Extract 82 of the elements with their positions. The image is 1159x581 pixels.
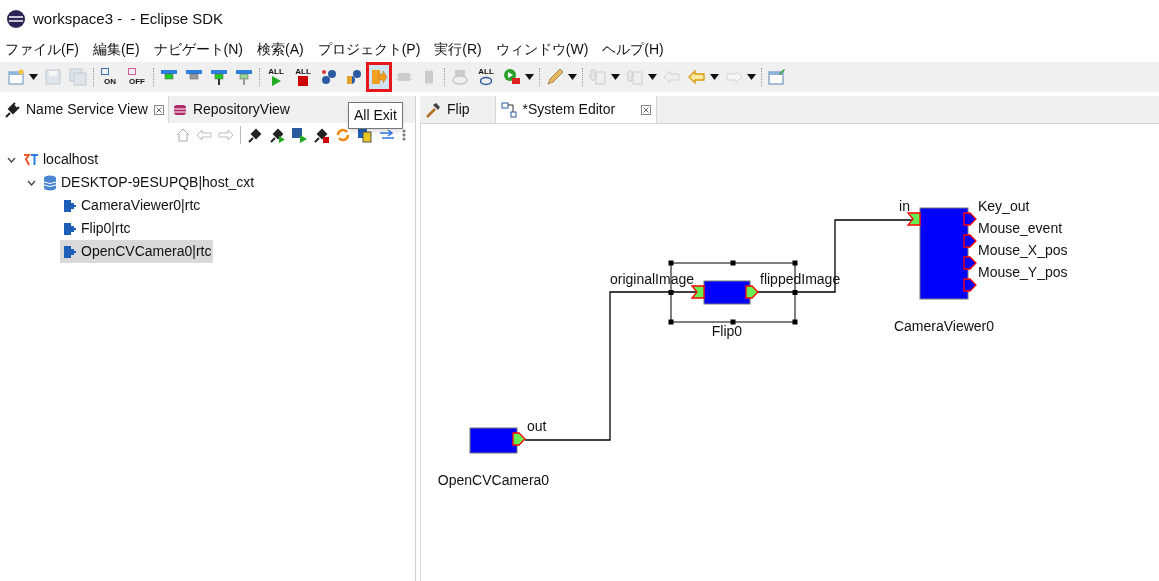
dropdown-caret-icon[interactable] bbox=[29, 74, 38, 80]
close-icon[interactable] bbox=[153, 104, 164, 115]
component-block[interactable] bbox=[469, 427, 518, 454]
plug-play-icon[interactable] bbox=[269, 127, 285, 143]
window-title: workspace3 - - Eclipse SDK bbox=[33, 8, 224, 29]
forward-arrow-icon bbox=[725, 68, 743, 86]
port-icon[interactable] bbox=[906, 212, 921, 226]
expand-chevron-icon[interactable] bbox=[26, 179, 36, 186]
up-arrow-document-icon bbox=[626, 68, 644, 86]
system-diagram-icon bbox=[500, 101, 517, 118]
component-name: Flip0 bbox=[711, 323, 743, 339]
database-icon bbox=[43, 174, 57, 191]
component-icon bbox=[63, 198, 77, 213]
menu-item[interactable]: 実行(R) bbox=[434, 38, 482, 60]
port-icon[interactable] bbox=[963, 278, 977, 292]
tree-item[interactable]: CameraViewer0|rtc bbox=[60, 194, 203, 217]
component-block[interactable] bbox=[919, 207, 969, 300]
save-all-icon bbox=[69, 68, 87, 86]
port-icon[interactable] bbox=[963, 212, 977, 226]
port-icon[interactable] bbox=[963, 234, 977, 248]
port-label: out bbox=[527, 418, 547, 434]
component-name: OpenCVCamera0 bbox=[437, 472, 550, 488]
port-label: Mouse_event bbox=[978, 220, 1063, 236]
port-icon[interactable] bbox=[690, 285, 705, 299]
connection-line[interactable] bbox=[757, 219, 914, 293]
close-icon[interactable] bbox=[641, 104, 652, 115]
component-icon bbox=[63, 221, 77, 236]
component-name: CameraViewer0 bbox=[893, 318, 995, 334]
menu-item[interactable]: ナビゲート(N) bbox=[153, 38, 243, 60]
port-label: in bbox=[899, 198, 910, 214]
menu-item[interactable]: プロジェクト(P) bbox=[317, 38, 421, 60]
plug-icon[interactable] bbox=[247, 127, 263, 143]
pen-icon bbox=[546, 68, 564, 86]
tree-item[interactable]: OpenCVCamera0|rtc bbox=[60, 240, 214, 263]
tree-item[interactable]: DESKTOP-9ESUPQB|host_cxt bbox=[40, 171, 257, 194]
connection-line[interactable] bbox=[524, 291, 697, 441]
rt-logo-icon bbox=[23, 153, 39, 166]
component-bar-icon bbox=[235, 68, 253, 86]
port-icon[interactable] bbox=[512, 432, 526, 446]
gears-icon bbox=[345, 68, 363, 86]
dropdown-caret-icon[interactable] bbox=[525, 74, 534, 80]
dropdown-caret-icon[interactable] bbox=[568, 74, 577, 80]
plug-stop-icon[interactable] bbox=[313, 127, 329, 143]
view-tab[interactable]: Name Service View bbox=[0, 96, 168, 123]
port-label: Key_out bbox=[978, 198, 1030, 214]
back-arrow-icon bbox=[663, 68, 681, 86]
plug-icon bbox=[4, 101, 20, 118]
menu-item[interactable]: ファイル(F) bbox=[5, 38, 79, 60]
exit-door-icon bbox=[370, 68, 388, 86]
menu-item[interactable]: ウィンドウ(W) bbox=[495, 38, 589, 60]
port-label: Mouse_X_pos bbox=[978, 242, 1068, 258]
manager-play-icon[interactable] bbox=[291, 127, 307, 143]
component-bar-icon bbox=[210, 68, 228, 86]
port-icon[interactable] bbox=[963, 256, 977, 270]
expand-chevron-icon[interactable] bbox=[6, 156, 16, 163]
menu-item[interactable]: 編集(E) bbox=[92, 38, 140, 60]
app-logo-icon bbox=[6, 9, 26, 29]
back-arrow-icon bbox=[688, 68, 706, 86]
run-config-icon bbox=[503, 68, 521, 86]
hammer-icon bbox=[425, 101, 441, 118]
tooltip: All Exit bbox=[348, 102, 403, 129]
new-window-icon bbox=[7, 68, 25, 86]
down-arrow-document-icon bbox=[589, 68, 607, 86]
refresh-icon[interactable] bbox=[335, 127, 351, 143]
gears-icon bbox=[320, 68, 338, 86]
tree-item[interactable]: Flip0|rtc bbox=[60, 217, 133, 240]
delete-icon[interactable] bbox=[357, 127, 373, 143]
tree-item[interactable]: localhost bbox=[20, 148, 101, 171]
component-icon bbox=[63, 244, 77, 259]
eye-icon bbox=[451, 68, 469, 86]
component-block[interactable] bbox=[703, 280, 751, 305]
port-icon[interactable] bbox=[745, 285, 759, 299]
menu-item[interactable]: ヘルプ(H) bbox=[602, 38, 664, 60]
editor-tab[interactable]: *System Editor bbox=[495, 96, 658, 123]
dropdown-caret-icon[interactable] bbox=[710, 74, 719, 80]
open-perspective-icon bbox=[768, 68, 786, 86]
port-label: Mouse_Y_pos bbox=[978, 264, 1068, 280]
menu-item[interactable]: 検索(A) bbox=[257, 38, 304, 60]
port-label: originalImage bbox=[609, 271, 694, 287]
view-menu-icon[interactable] bbox=[401, 128, 407, 142]
database-icon bbox=[172, 102, 187, 117]
save-icon bbox=[44, 68, 62, 86]
